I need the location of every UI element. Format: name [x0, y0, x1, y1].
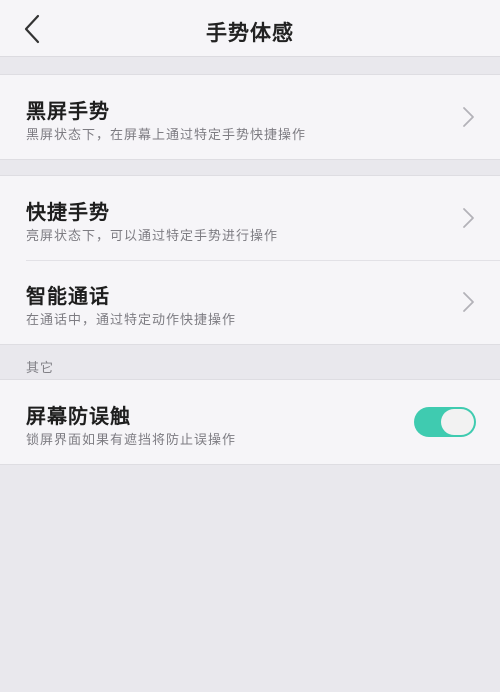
setting-title: 快捷手势 — [26, 200, 110, 224]
setting-description: 黑屏状态下，在屏幕上通过特定手势快捷操作 — [26, 128, 307, 143]
setting-row-black-screen-gesture[interactable]: 黑屏手势 黑屏状态下，在屏幕上通过特定手势快捷操作 — [0, 75, 500, 159]
setting-title: 黑屏手势 — [26, 99, 110, 123]
top-bar: 手势体感 — [0, 0, 500, 57]
setting-description: 锁屏界面如果有遮挡将防止误操作 — [26, 433, 237, 448]
setting-description: 亮屏状态下，可以通过特定手势进行操作 — [26, 229, 279, 244]
section-label-other: 其它 — [26, 361, 55, 376]
chevron-right-icon — [463, 292, 474, 312]
settings-group-3: 屏幕防误触 锁屏界面如果有遮挡将防止误操作 — [0, 379, 500, 465]
toggle-knob — [441, 409, 474, 435]
page-title: 手势体感 — [206, 21, 294, 45]
settings-group-1: 黑屏手势 黑屏状态下，在屏幕上通过特定手势快捷操作 — [0, 74, 500, 160]
setting-description: 在通话中，通过特定动作快捷操作 — [26, 313, 237, 328]
setting-row-quick-gesture[interactable]: 快捷手势 亮屏状态下，可以通过特定手势进行操作 — [0, 176, 500, 260]
setting-row-smart-call[interactable]: 智能通话 在通话中，通过特定动作快捷操作 — [0, 260, 500, 344]
chevron-right-icon — [463, 107, 474, 127]
anti-mistouch-toggle[interactable] — [414, 407, 476, 437]
chevron-right-icon — [463, 208, 474, 228]
setting-row-anti-mistouch[interactable]: 屏幕防误触 锁屏界面如果有遮挡将防止误操作 — [0, 380, 500, 464]
settings-group-2: 快捷手势 亮屏状态下，可以通过特定手势进行操作 智能通话 在通话中，通过特定动作… — [0, 175, 500, 345]
setting-title: 智能通话 — [26, 284, 110, 308]
setting-title: 屏幕防误触 — [26, 404, 131, 428]
